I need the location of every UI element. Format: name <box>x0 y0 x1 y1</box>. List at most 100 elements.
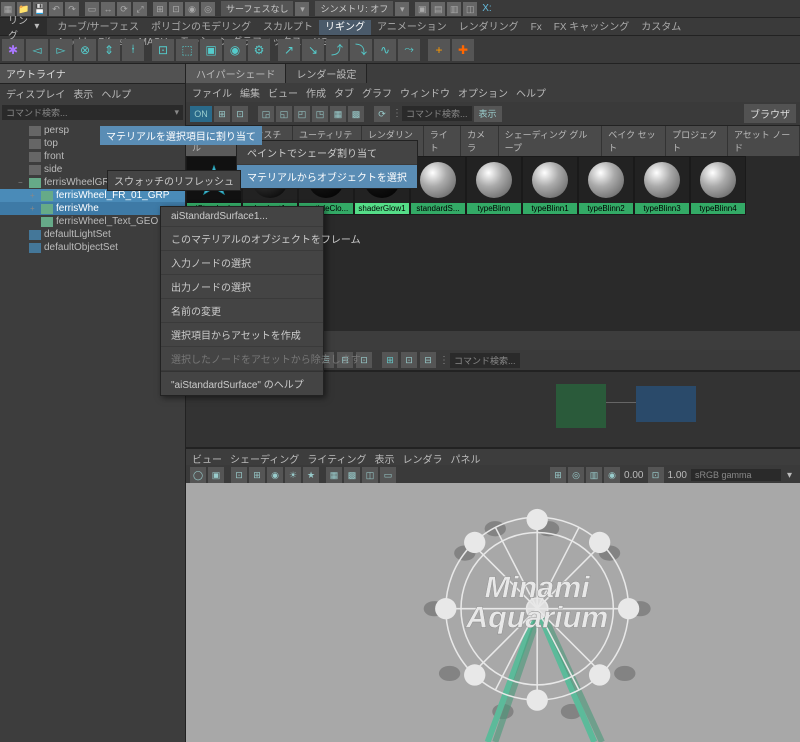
ctx-item-frame[interactable]: このマテリアルのオブジェクトをフレーム <box>161 227 323 251</box>
tool-c-icon[interactable]: ▥ <box>447 2 461 16</box>
ctx-sub-select-objects[interactable]: マテリアルからオブジェクトを選択 <box>237 165 417 188</box>
material-swatch[interactable]: typeBlinn3 <box>634 156 690 215</box>
tree-item[interactable]: front <box>0 150 185 163</box>
hs-category[interactable]: ライト <box>424 126 461 156</box>
hs-menu-item[interactable]: ファイル <box>192 85 232 100</box>
vp-d-icon[interactable]: ◉ <box>267 467 283 483</box>
hs-icon-e[interactable]: ◰ <box>294 106 310 122</box>
hs-show-button[interactable]: 表示 <box>474 106 502 122</box>
undo-icon[interactable]: ↶ <box>49 2 63 16</box>
tree-item[interactable]: +ferrisWhe <box>0 202 185 215</box>
shelf-plus2-icon[interactable]: ✚ <box>452 39 474 61</box>
vp-m-icon[interactable]: ▥ <box>586 467 602 483</box>
shelf-joint-icon[interactable]: ⊗ <box>74 39 96 61</box>
hs-icon-f[interactable]: ◳ <box>312 106 328 122</box>
shelf-plus-icon[interactable]: + <box>428 39 450 61</box>
tree-item[interactable]: defaultLightSet <box>0 228 185 241</box>
material-swatch[interactable]: standardS... <box>410 156 466 215</box>
hs-menu-item[interactable]: 編集 <box>240 85 260 100</box>
ctx-item-asset-create[interactable]: 選択項目からアセットを作成 <box>161 323 323 347</box>
hs-icon-a[interactable]: ⊞ <box>214 106 230 122</box>
snap3-icon[interactable]: ◉ <box>185 2 199 16</box>
shelf-star-icon[interactable]: ✱ <box>2 39 24 61</box>
shelf-bind-icon[interactable]: ⊡ <box>152 39 174 61</box>
vp-gamma-dropdown[interactable]: sRGB gamma <box>691 469 781 481</box>
vp-menu-show[interactable]: 表示 <box>375 451 395 466</box>
shelf-ik-icon[interactable]: ⇕ <box>98 39 120 61</box>
redo-icon[interactable]: ↷ <box>65 2 79 16</box>
vp-b-icon[interactable]: ⊡ <box>231 467 247 483</box>
module-tab[interactable]: スカルプト <box>257 20 319 35</box>
viewport-3d[interactable]: Minami Aquarium <box>186 483 800 742</box>
hs-category[interactable]: シェーディング グループ <box>499 126 603 156</box>
outliner-menu-show[interactable]: 表示 <box>73 86 93 101</box>
tool-a-icon[interactable]: ▣ <box>415 2 429 16</box>
symmetry-toggle[interactable]: シンメトリ: オフ <box>315 1 393 16</box>
vp-c-icon[interactable]: ⊞ <box>249 467 265 483</box>
shelf-skel-icon[interactable]: ⍿ <box>122 39 144 61</box>
shelf-a-icon[interactable]: ↗ <box>278 39 300 61</box>
ctx-item-output[interactable]: 出力ノードの選択 <box>161 275 323 299</box>
hs-menu-item[interactable]: グラフ <box>362 85 392 100</box>
vp-i-icon[interactable]: ◫ <box>362 467 378 483</box>
shelf-b-icon[interactable]: ↘ <box>302 39 324 61</box>
vp-h-icon[interactable]: ▩ <box>344 467 360 483</box>
module-tab[interactable]: Fx <box>525 20 548 35</box>
vp-menu-panel[interactable]: パネル <box>451 451 481 466</box>
ctx-item-rename[interactable]: 名前の変更 <box>161 299 323 323</box>
move-icon[interactable]: ↔ <box>101 2 115 16</box>
shelf-f-icon[interactable]: ⤳ <box>398 39 420 61</box>
ctx-sub-paint-assign[interactable]: ペイントでシェーダ割り当て <box>237 141 417 165</box>
gt-icon-l[interactable]: ⊟ <box>420 352 436 368</box>
module-tab[interactable]: カスタム <box>635 20 687 35</box>
vp-n-icon[interactable]: ◉ <box>604 467 620 483</box>
hs-menu-item[interactable]: オプション <box>458 85 508 100</box>
snap4-icon[interactable]: ◎ <box>201 2 215 16</box>
vp-l-icon[interactable]: ◎ <box>568 467 584 483</box>
tool-b-icon[interactable]: ▤ <box>431 2 445 16</box>
shelf-next-icon[interactable]: ▻ <box>50 39 72 61</box>
vp-e-icon[interactable]: ☀ <box>285 467 301 483</box>
material-swatch[interactable]: typeBlinn <box>466 156 522 215</box>
hs-icon-c[interactable]: ◲ <box>258 106 274 122</box>
module-tab[interactable]: FX キャッシング <box>548 20 636 35</box>
rotate-icon[interactable]: ⟳ <box>117 2 131 16</box>
vp-o-icon[interactable]: ⊡ <box>648 467 664 483</box>
vp-j-icon[interactable]: ▭ <box>380 467 396 483</box>
vp-menu-shading[interactable]: シェーディング <box>230 451 299 466</box>
vp-g-icon[interactable]: ▦ <box>326 467 342 483</box>
shelf-paint-icon[interactable]: ⬚ <box>176 39 198 61</box>
shelf-d-icon[interactable]: ⤵ <box>350 39 372 61</box>
hs-menu-item[interactable]: ヘルプ <box>516 85 546 100</box>
tree-item[interactable]: defaultObjectSet <box>0 241 185 254</box>
hs-on-toggle[interactable]: ON <box>190 106 212 122</box>
hs-icon-g[interactable]: ▦ <box>330 106 346 122</box>
tree-item[interactable]: ferrisWheel_Text_GEO <box>0 215 185 228</box>
gt-icon-j[interactable]: ⊞ <box>382 352 398 368</box>
shelf-e-icon[interactable]: ∿ <box>374 39 396 61</box>
hs-menu-item[interactable]: タブ <box>334 85 354 100</box>
hs-search[interactable]: コマンド検索... <box>402 106 472 121</box>
hs-icon-i[interactable]: ⟳ <box>374 106 390 122</box>
module-tab[interactable]: カーブ/サーフェス <box>51 20 145 35</box>
shelf-sphere-icon[interactable]: ◉ <box>224 39 246 61</box>
vp-cam-icon[interactable]: ◯ <box>190 467 206 483</box>
scale-icon[interactable]: ⤢ <box>133 2 147 16</box>
hs-icon-d[interactable]: ◱ <box>276 106 292 122</box>
tool-d-icon[interactable]: ◫ <box>463 2 477 16</box>
outliner-search[interactable]: コマンド検索... ▾ <box>2 105 183 120</box>
vp-menu-lighting[interactable]: ライティング <box>307 451 366 466</box>
material-swatch[interactable]: typeBlinn4 <box>690 156 746 215</box>
shelf-cube-icon[interactable]: ▣ <box>200 39 222 61</box>
select-icon[interactable]: ▭ <box>85 2 99 16</box>
graph-search[interactable]: コマンド検索... <box>450 353 520 368</box>
hs-menu-item[interactable]: ウィンドウ <box>400 85 450 100</box>
vp-f-icon[interactable]: ★ <box>303 467 319 483</box>
ctx-swatch-refresh[interactable]: スウォッチのリフレッシュ <box>107 170 241 191</box>
material-swatch[interactable]: typeBlinn1 <box>522 156 578 215</box>
shelf-prev-icon[interactable]: ◅ <box>26 39 48 61</box>
vp-menu-view[interactable]: ビュー <box>192 451 222 466</box>
vp-k-icon[interactable]: ⊞ <box>550 467 566 483</box>
material-swatch[interactable]: typeBlinn2 <box>578 156 634 215</box>
gt-icon-k[interactable]: ⊡ <box>401 352 417 368</box>
